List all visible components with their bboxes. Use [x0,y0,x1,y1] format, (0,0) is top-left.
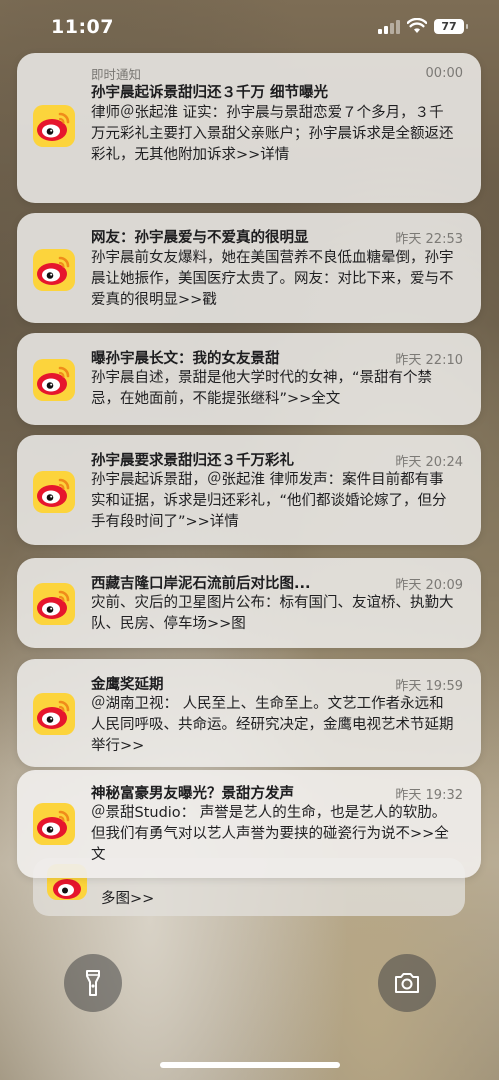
notification-time: 昨天 19:32 [395,788,463,803]
battery-cap [466,24,468,29]
notification-body: 灾前、灾后的卫星图片公布：标有国门、友谊桥、执勤大队、民房、停车场>>图 [91,595,454,632]
notification-title: 曝孙宇晨长文：我的女友景甜 [91,351,280,367]
flashlight-button[interactable] [64,954,122,1012]
weibo-icon [33,105,75,147]
notification-body: ＠湖南卫视： 人民至上、生命至上。文艺工作者永远和人民同呼吸、共命运。经研究决定… [91,696,454,754]
notification-time: 昨天 20:09 [395,578,463,593]
notification-card[interactable]: 曝孙宇晨长文：我的女友景甜 昨天 22:10 孙宇晨自述，景甜是他大学时代的女神… [17,333,481,425]
notification-title: 金鹰奖延期 [91,677,164,693]
notification-time: 昨天 19:59 [395,679,463,694]
notification-title: 孙宇晨要求景甜归还３千万彩礼 [91,453,294,469]
weibo-icon [33,471,75,513]
notification-card[interactable]: 西藏吉隆口岸泥石流前后对比图... 昨天 20:09 灾前、灾后的卫星图片公布：… [17,558,481,648]
status-bar: 11:07 77 [0,0,499,52]
home-indicator[interactable] [160,1062,340,1068]
weibo-icon [33,249,75,291]
notification-card[interactable]: 网友：孙宇晨爱与不爱真的很明显 昨天 22:53 孙宇晨前女友爆料，她在美国营养… [17,213,481,323]
camera-button[interactable] [378,954,436,1012]
notification-time: 昨天 20:24 [395,455,463,470]
battery-level: 77 [441,20,457,33]
notification-body: 孙宇晨起诉景甜，＠张起淮 律师发声：案件目前都有事实和证据，诉求是归还彩礼，“他… [91,472,447,530]
stacked-preview-text: 多图>> [101,891,155,907]
battery-icon: 77 [434,19,464,34]
notification-time: 00:00 [425,66,463,81]
status-time: 11:07 [51,16,114,38]
notification-time: 昨天 22:10 [395,353,463,368]
signal-icon [378,20,402,34]
flashlight-icon [86,970,100,996]
camera-icon [395,973,419,993]
notification-body: 孙宇晨前女友爆料，她在美国营养不良低血糖晕倒，孙宇晨让她振作，美国医疗太贵了。网… [91,250,454,308]
notification-title: 孙宇晨起诉景甜归还３千万 细节曝光 [91,85,329,101]
notification-card[interactable]: 金鹰奖延期 昨天 19:59 ＠湖南卫视： 人民至上、生命至上。文艺工作者永远和… [17,659,481,767]
weibo-icon [33,359,75,401]
notification-time: 昨天 22:53 [395,232,463,247]
notification-card[interactable]: 神秘富豪男友曝光？景甜方发声 昨天 19:32 ＠景甜Studio： 声誉是艺人… [17,770,481,878]
weibo-icon [33,693,75,735]
notification-body: ＠景甜Studio： 声誉是艺人的生命，也是艺人的软肋。但我们有勇气对以艺人声誉… [91,805,449,863]
notification-body: 孙宇晨自述，景甜是他大学时代的女神，“景甜有个禁忌，在她面前，不能提张继科”>>… [91,370,433,407]
weibo-icon [33,583,75,625]
notification-title: 西藏吉隆口岸泥石流前后对比图... [91,576,311,592]
wifi-icon [406,17,428,34]
notification-title: 神秘富豪男友曝光？景甜方发声 [91,786,294,802]
notification-title: 网友：孙宇晨爱与不爱真的很明显 [91,230,309,246]
weibo-icon [33,803,75,845]
notification-body: 律师＠张起淮 证实：孙宇晨与景甜恋爱７个多月，３千万元彩礼主要打入景甜父亲账户；… [91,105,454,163]
notification-card[interactable]: 孙宇晨要求景甜归还３千万彩礼 昨天 20:24 孙宇晨起诉景甜，＠张起淮 律师发… [17,435,481,545]
notification-card[interactable]: 即时通知 00:00 孙宇晨起诉景甜归还３千万 细节曝光 律师＠张起淮 证实：孙… [17,53,481,203]
